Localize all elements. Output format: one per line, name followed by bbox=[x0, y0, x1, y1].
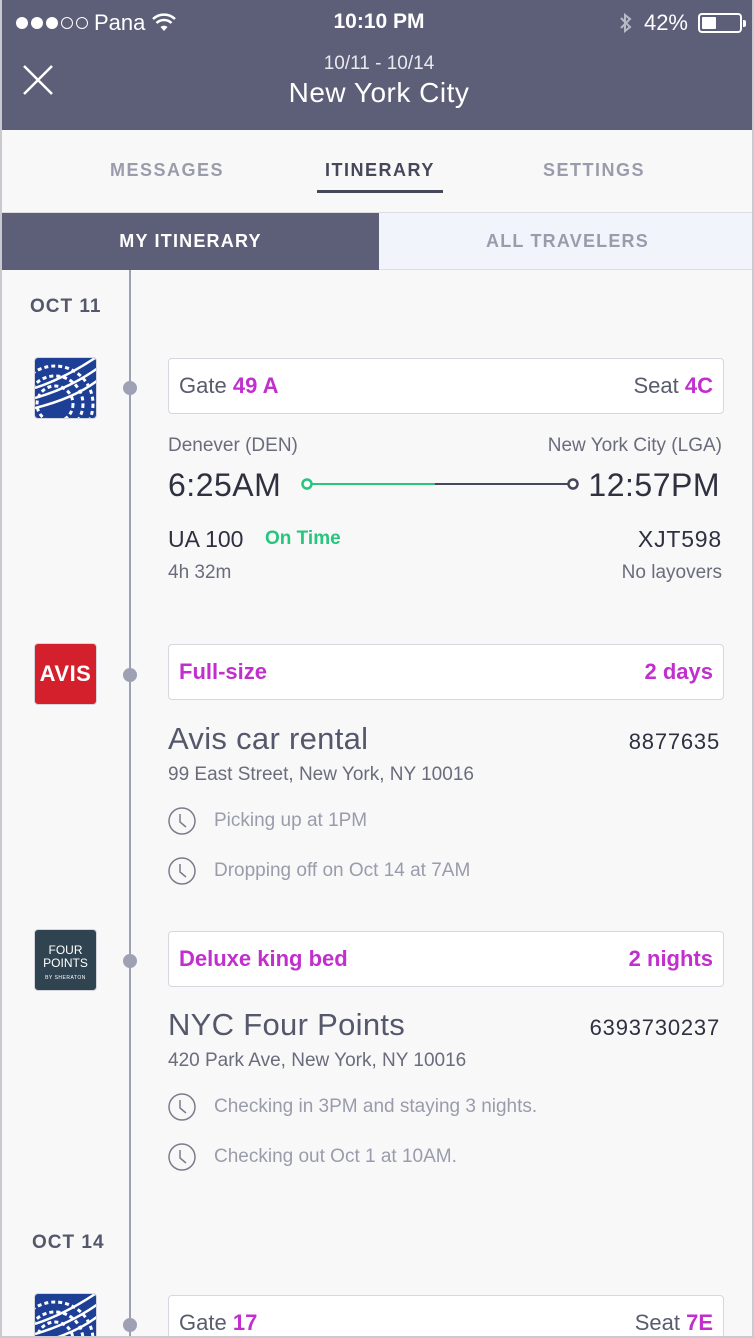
gate-value: 49 A bbox=[232, 373, 279, 398]
car-dropoff: Dropping off on Oct 14 at 7AM bbox=[214, 860, 471, 881]
destination-airport: New York City (LGA) bbox=[547, 435, 722, 456]
depart-time: 6:25AM bbox=[168, 467, 282, 503]
seat-value: 7E bbox=[686, 1310, 713, 1335]
clock-icon bbox=[168, 1143, 196, 1171]
rental-length: 2 days bbox=[644, 659, 714, 684]
origin-airport: Denever (DEN) bbox=[168, 435, 298, 456]
stay-length: 2 nights bbox=[628, 946, 713, 971]
timeline-dot bbox=[123, 668, 137, 682]
car-confirmation: 8877635 bbox=[628, 729, 720, 754]
flight-seat-card[interactable]: Gate 49 A Seat 4C bbox=[168, 358, 724, 414]
car-rental-name: Avis car rental bbox=[168, 721, 369, 756]
trip-dates: 10/11 - 10/14 bbox=[323, 53, 435, 74]
tab-itinerary[interactable]: ITINERARY bbox=[317, 160, 443, 193]
flight-duration: 4h 32m bbox=[168, 562, 232, 583]
clock-icon bbox=[168, 807, 196, 835]
flight-status: On Time bbox=[265, 528, 341, 549]
hotel-address: 420 Park Ave, New York, NY 10016 bbox=[168, 1050, 467, 1071]
bluetooth-icon bbox=[620, 12, 632, 34]
status-bar: Pana 10:10 PM 42% bbox=[2, 8, 752, 38]
gate-label: Gate bbox=[179, 373, 227, 398]
battery-icon bbox=[698, 13, 746, 33]
flight-number: UA 100 bbox=[168, 526, 244, 552]
hotel-name: NYC Four Points bbox=[168, 1007, 406, 1042]
trip-city: New York City bbox=[288, 77, 470, 108]
hotel-confirmation: 6393730237 bbox=[589, 1015, 720, 1040]
hotel-checkin: Checking in 3PM and staying 3 nights. bbox=[214, 1096, 538, 1117]
seat-value: 4C bbox=[684, 373, 713, 398]
car-address: 99 East Street, New York, NY 10016 bbox=[168, 764, 474, 785]
car-type: Full-size bbox=[179, 659, 268, 684]
car-pickup: Picking up at 1PM bbox=[214, 810, 368, 831]
segment-all-travelers[interactable]: ALL TRAVELERS bbox=[379, 213, 752, 270]
seat-label: Seat bbox=[634, 1310, 680, 1335]
flight-progress-bar bbox=[301, 478, 579, 490]
clock-icon bbox=[168, 1093, 196, 1121]
gate-value: 17 bbox=[232, 1310, 258, 1335]
united-logo bbox=[34, 357, 97, 419]
main-tabs: MESSAGES ITINERARY SETTINGS bbox=[2, 130, 752, 212]
timeline-dot bbox=[123, 381, 137, 395]
united-globe-icon bbox=[35, 1294, 96, 1336]
trip-header: Pana 10:10 PM 42% 10/11 - 10/14 New York… bbox=[2, 0, 752, 130]
segment-my-itinerary[interactable]: MY ITINERARY bbox=[2, 213, 379, 270]
four-points-logo-line1: FOUR bbox=[48, 943, 83, 957]
united-logo bbox=[34, 1293, 97, 1336]
united-globe-icon bbox=[35, 358, 96, 418]
day-label: OCT 14 bbox=[32, 1232, 105, 1253]
battery-percent: 42% bbox=[643, 10, 688, 35]
clock-icon bbox=[168, 857, 196, 885]
hotel-checkout: Checking out Oct 1 at 10AM. bbox=[214, 1146, 457, 1167]
flight-layovers: No layovers bbox=[621, 562, 722, 583]
timeline-dot bbox=[123, 954, 137, 968]
gate-label: Gate bbox=[179, 1310, 227, 1335]
day-label: OCT 11 bbox=[30, 296, 102, 317]
seat-label: Seat bbox=[633, 373, 679, 398]
avis-logo: AVIS bbox=[34, 643, 97, 705]
app-screen: Pana 10:10 PM 42% 10/11 - 10/14 New York… bbox=[0, 0, 754, 1338]
timeline-dot bbox=[123, 1318, 137, 1332]
room-type-card[interactable]: Deluxe king bed 2 nights bbox=[168, 931, 724, 987]
car-type-card[interactable]: Full-size 2 days bbox=[168, 644, 724, 700]
flight-seat-card[interactable]: Gate 17 Seat 7E bbox=[168, 1295, 724, 1336]
tab-settings[interactable]: SETTINGS bbox=[543, 160, 645, 181]
four-points-logo-sub: BY SHERATON bbox=[45, 975, 86, 981]
tab-messages[interactable]: MESSAGES bbox=[110, 160, 224, 181]
four-points-logo-line2: POINTS bbox=[43, 956, 88, 970]
room-type: Deluxe king bed bbox=[179, 946, 348, 971]
four-points-logo: FOUR POINTS BY SHERATON bbox=[34, 929, 97, 991]
itinerary-segment-control: MY ITINERARY ALL TRAVELERS bbox=[2, 212, 752, 270]
flight-confirmation: XJT598 bbox=[637, 526, 722, 552]
timeline-line bbox=[129, 270, 131, 1336]
arrive-time: 12:57PM bbox=[588, 467, 720, 503]
